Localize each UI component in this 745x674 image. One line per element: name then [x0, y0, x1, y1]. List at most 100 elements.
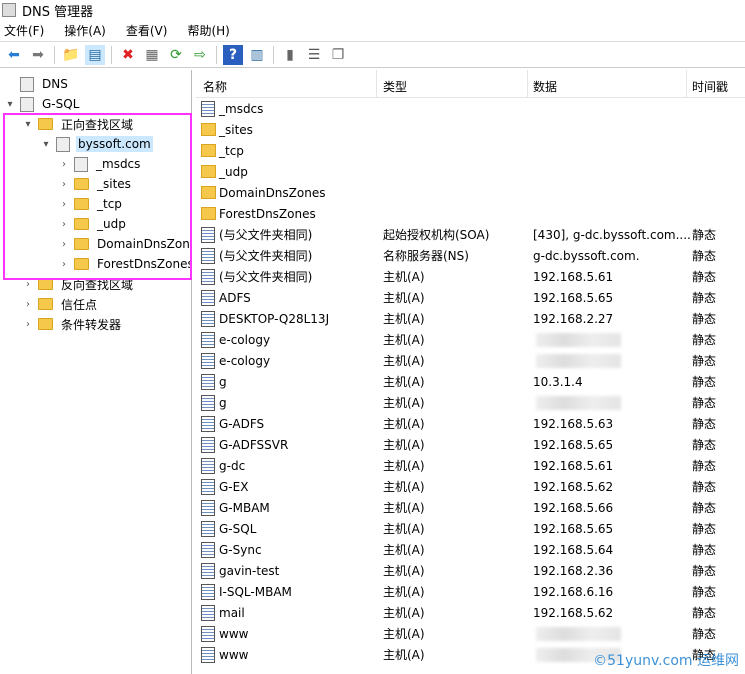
- record-icon: [201, 394, 215, 411]
- cell-type: 主机(A): [383, 564, 425, 578]
- menu-bar: 文件(F) 操作(A) 查看(V) 帮助(H): [0, 20, 745, 42]
- tree-item[interactable]: › 信任点: [22, 294, 99, 314]
- server-icon: [20, 96, 34, 112]
- cell-ts: 静态: [692, 228, 717, 242]
- copy-icon[interactable]: ❐: [328, 45, 348, 65]
- record-row[interactable]: gavin-test 主机(A) 192.168.2.36 静态: [196, 560, 745, 581]
- redacted-data: [536, 332, 621, 347]
- record-icon: [201, 247, 215, 264]
- expand-arrow-icon[interactable]: ›: [22, 319, 34, 330]
- export-icon[interactable]: ⇨: [190, 45, 210, 65]
- cell-name: (与父文件夹相同): [219, 270, 313, 284]
- record-row[interactable]: e-cology 主机(A) 静态: [196, 350, 745, 371]
- column-type[interactable]: 类型: [383, 78, 407, 95]
- record-row[interactable]: e-cology 主机(A) 静态: [196, 329, 745, 350]
- properties-icon[interactable]: ▦: [142, 45, 162, 65]
- cell-name: (与父文件夹相同): [219, 228, 313, 242]
- cell-type: 主机(A): [383, 627, 425, 641]
- record-row[interactable]: DomainDnsZones: [196, 182, 745, 203]
- record-icon: [201, 457, 215, 474]
- folder-icon: [201, 207, 216, 220]
- expand-arrow-icon[interactable]: ›: [22, 279, 34, 290]
- up-folder-icon[interactable]: 📁: [61, 45, 81, 65]
- menu-item[interactable]: 帮助(H): [187, 22, 229, 39]
- cell-data: 192.168.5.66: [533, 500, 614, 515]
- record-row[interactable]: g-dc 主机(A) 192.168.5.61 静态: [196, 455, 745, 476]
- cell-data: 192.168.5.64: [533, 542, 614, 557]
- server-icon[interactable]: ▮: [280, 45, 300, 65]
- cell-ts: 静态: [692, 522, 717, 536]
- record-row[interactable]: ADFS 主机(A) 192.168.5.65 静态: [196, 287, 745, 308]
- record-row[interactable]: _msdcs: [196, 98, 745, 119]
- tree-item[interactable]: ▾ G-SQL: [4, 94, 81, 114]
- column-data[interactable]: 数据: [533, 78, 557, 95]
- cell-type: 主机(A): [383, 459, 425, 473]
- record-row[interactable]: G-SQL 主机(A) 192.168.5.65 静态: [196, 518, 745, 539]
- list-icon[interactable]: ☰: [304, 45, 324, 65]
- menu-item[interactable]: 查看(V): [126, 22, 168, 39]
- folder-icon: [201, 165, 216, 178]
- cell-name: DESKTOP-Q28L13J: [219, 311, 330, 326]
- cell-name: G-MBAM: [219, 500, 270, 515]
- show-action-pane-icon[interactable]: ▥: [247, 45, 267, 65]
- cell-name: (与父文件夹相同): [219, 249, 313, 263]
- expand-arrow-icon[interactable]: ›: [22, 299, 34, 310]
- record-row[interactable]: I-SQL-MBAM 主机(A) 192.168.6.16 静态: [196, 581, 745, 602]
- cell-data: 192.168.5.65: [533, 521, 614, 536]
- forward-icon[interactable]: ➡: [28, 45, 48, 65]
- folder-icon: [38, 318, 53, 330]
- cell-ts: 静态: [692, 627, 717, 641]
- expand-arrow-icon[interactable]: ▾: [4, 99, 16, 110]
- dns-icon: [20, 76, 34, 92]
- cell-type: 主机(A): [383, 354, 425, 368]
- cell-name: gavin-test: [219, 563, 280, 578]
- record-row[interactable]: mail 主机(A) 192.168.5.62 静态: [196, 602, 745, 623]
- record-row[interactable]: G-ADFS 主机(A) 192.168.5.63 静态: [196, 413, 745, 434]
- column-name[interactable]: 名称: [203, 78, 227, 95]
- back-icon[interactable]: ⬅: [4, 45, 24, 65]
- record-row[interactable]: ForestDnsZones: [196, 203, 745, 224]
- help-icon[interactable]: ?: [223, 44, 243, 65]
- toolbar: ⬅ ➡ 📁 ▤ ✖ ▦ ⟳ ⇨? ▥ ▮ ☰ ❐: [0, 42, 745, 68]
- record-row[interactable]: g 主机(A) 静态: [196, 392, 745, 413]
- folder-icon: [38, 298, 53, 310]
- column-timestamp[interactable]: 时间戳: [692, 78, 728, 95]
- menu-item[interactable]: 文件(F): [4, 22, 44, 39]
- cell-data: 192.168.5.61: [533, 269, 614, 284]
- record-row[interactable]: _sites: [196, 119, 745, 140]
- cell-ts: 静态: [692, 396, 717, 410]
- record-icon: [201, 352, 215, 369]
- show-hide-tree-icon[interactable]: ▤: [85, 44, 105, 65]
- cell-ts: 静态: [692, 375, 717, 389]
- record-row[interactable]: DESKTOP-Q28L13J 主机(A) 192.168.2.27 静态: [196, 308, 745, 329]
- record-row[interactable]: (与父文件夹相同) 起始授权机构(SOA) [430], g-dc.byssoft.…: [196, 224, 745, 245]
- cell-name: _sites: [219, 122, 253, 137]
- record-row[interactable]: (与父文件夹相同) 名称服务器(NS) g-dc.byssoft.com. 静态: [196, 245, 745, 266]
- record-row[interactable]: G-EX 主机(A) 192.168.5.62 静态: [196, 476, 745, 497]
- cell-name: ForestDnsZones: [219, 206, 316, 221]
- record-icon: [201, 268, 215, 285]
- record-row[interactable]: _udp: [196, 161, 745, 182]
- record-row[interactable]: _tcp: [196, 140, 745, 161]
- cell-type: 主机(A): [383, 375, 425, 389]
- tree-item[interactable]: DNS: [4, 74, 70, 94]
- menu-item[interactable]: 操作(A): [64, 22, 106, 39]
- record-row[interactable]: G-ADFSSVR 主机(A) 192.168.5.65 静态: [196, 434, 745, 455]
- record-row[interactable]: g 主机(A) 10.3.1.4 静态: [196, 371, 745, 392]
- cell-name: DomainDnsZones: [219, 185, 326, 200]
- delete-icon[interactable]: ✖: [118, 45, 138, 65]
- record-row[interactable]: G-Sync 主机(A) 192.168.5.64 静态: [196, 539, 745, 560]
- window-title: DNS 管理器: [22, 4, 94, 20]
- cell-name: _tcp: [219, 143, 244, 158]
- cell-ts: 静态: [692, 438, 717, 452]
- record-row[interactable]: www 主机(A) 静态: [196, 623, 745, 644]
- cell-ts: 静态: [692, 312, 717, 326]
- cell-ts: 静态: [692, 585, 717, 599]
- cell-name: www: [219, 647, 249, 662]
- record-row[interactable]: (与父文件夹相同) 主机(A) 192.168.5.61 静态: [196, 266, 745, 287]
- refresh-icon[interactable]: ⟳: [166, 45, 186, 65]
- record-icon: [201, 562, 215, 579]
- tree-item[interactable]: › 条件转发器: [22, 314, 123, 334]
- cell-name: www: [219, 626, 249, 641]
- record-row[interactable]: G-MBAM 主机(A) 192.168.5.66 静态: [196, 497, 745, 518]
